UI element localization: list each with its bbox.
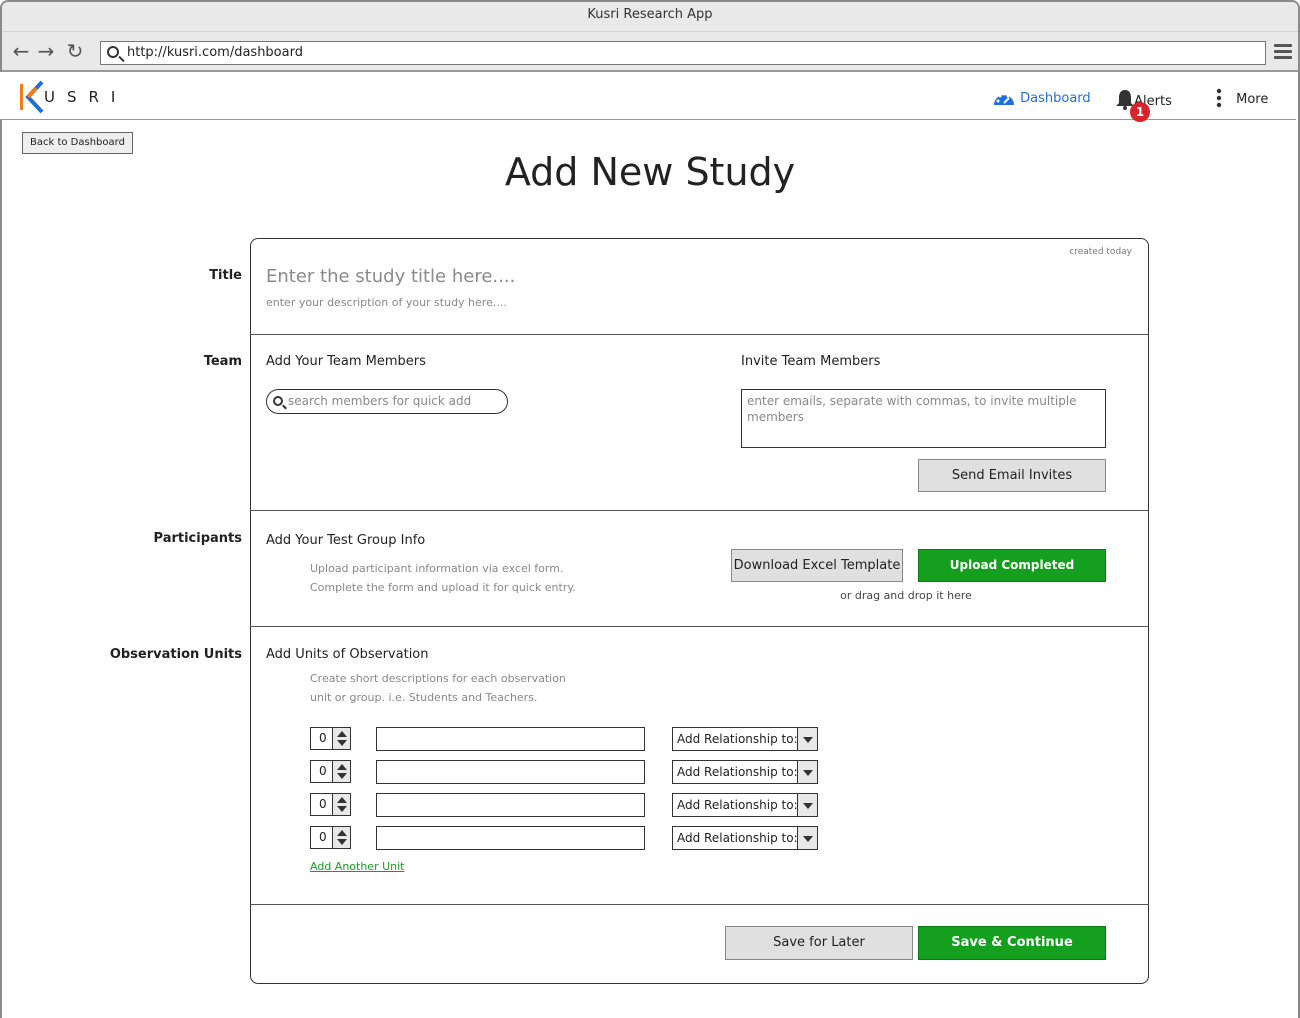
add-another-unit-link[interactable]: Add Another Unit	[310, 860, 404, 873]
study-description-input[interactable]: enter your description of your study her…	[266, 296, 507, 309]
stepper-arrows-icon[interactable]	[332, 827, 350, 848]
window-title: Kusri Research App	[2, 2, 1298, 32]
label-participants: Participants	[153, 531, 242, 546]
nav-more[interactable]: More	[1214, 88, 1268, 109]
created-timestamp: created today	[1069, 247, 1132, 257]
url-bar[interactable]: http://kusri.com/dashboard	[100, 41, 1266, 65]
member-search-input[interactable]: search members for quick add	[266, 389, 508, 414]
nav-dashboard[interactable]: Dashboard	[992, 88, 1091, 108]
study-title-input[interactable]: Enter the study title here....	[266, 266, 515, 287]
participants-hint-2: Complete the form and upload it for quic…	[310, 581, 576, 594]
back-arrow-icon[interactable]: ←	[10, 40, 32, 62]
dropdown-arrow-icon[interactable]	[797, 761, 817, 783]
forward-arrow-icon[interactable]: →	[35, 40, 57, 62]
label-observation-units: Observation Units	[109, 647, 242, 662]
search-icon	[273, 396, 283, 406]
add-team-heading: Add Your Team Members	[266, 354, 426, 369]
download-excel-template-button[interactable]: Download Excel Template	[731, 549, 903, 582]
relationship-select[interactable]: Add Relationship to:	[672, 793, 818, 817]
kusri-logo[interactable]: USRI	[18, 80, 115, 114]
drag-drop-hint: or drag and drop it here	[840, 589, 972, 602]
participants-hint-1: Upload participant information via excel…	[310, 562, 564, 575]
unit-name-input[interactable]	[376, 727, 645, 751]
invite-team-heading: Invite Team Members	[741, 354, 881, 369]
url-text: http://kusri.com/dashboard	[127, 45, 303, 60]
send-email-invites-button[interactable]: Send Email Invites	[918, 459, 1106, 492]
unit-count-stepper[interactable]: 0	[310, 826, 351, 849]
menu-icon[interactable]	[1274, 44, 1292, 62]
dropdown-arrow-icon[interactable]	[797, 794, 817, 816]
section-divider	[250, 904, 1149, 905]
logo-text: USRI	[44, 88, 128, 106]
unit-name-input[interactable]	[376, 760, 645, 784]
relationship-select[interactable]: Add Relationship to:	[672, 826, 818, 850]
save-for-later-button[interactable]: Save for Later	[725, 926, 913, 960]
dashboard-gauge-icon	[994, 92, 1014, 105]
unit-count-stepper[interactable]: 0	[310, 727, 351, 750]
invite-emails-textarea[interactable]: enter emails, separate with commas, to i…	[741, 389, 1106, 448]
search-icon	[107, 46, 119, 58]
kebab-menu-icon	[1216, 88, 1222, 108]
page-title: Add New Study	[504, 150, 796, 194]
stepper-arrows-icon[interactable]	[332, 794, 350, 815]
dropdown-arrow-icon[interactable]	[797, 827, 817, 849]
observation-heading: Add Units of Observation	[266, 647, 429, 662]
dropdown-arrow-icon[interactable]	[797, 728, 817, 750]
label-title: Title	[209, 268, 242, 283]
section-divider	[250, 334, 1149, 335]
section-divider	[250, 626, 1149, 627]
member-search-placeholder: search members for quick add	[288, 394, 472, 408]
stepper-arrows-icon[interactable]	[332, 728, 350, 749]
stepper-arrows-icon[interactable]	[332, 761, 350, 782]
unit-count-stepper[interactable]: 0	[310, 793, 351, 816]
test-group-heading: Add Your Test Group Info	[266, 533, 426, 548]
upload-completed-template-button[interactable]: Upload Completed Template	[918, 549, 1106, 603]
unit-name-input[interactable]	[376, 826, 645, 850]
unit-name-input[interactable]	[376, 793, 645, 817]
observation-hint-2: unit or group. i.e. Students and Teacher…	[310, 691, 538, 704]
relationship-select[interactable]: Add Relationship to:	[672, 760, 818, 784]
nav-dashboard-label: Dashboard	[1020, 91, 1091, 106]
relationship-select[interactable]: Add Relationship to:	[672, 727, 818, 751]
reload-icon[interactable]: ↻	[64, 40, 86, 62]
label-team: Team	[203, 354, 242, 369]
observation-hint-1: Create short descriptions for each obser…	[310, 672, 566, 685]
browser-toolbar: ← → ↻ http://kusri.com/dashboard	[2, 32, 1298, 72]
unit-count-stepper[interactable]: 0	[310, 760, 351, 783]
save-and-continue-button[interactable]: Save & Continue	[918, 926, 1106, 960]
nav-more-label: More	[1236, 92, 1269, 107]
section-divider	[250, 510, 1149, 511]
alerts-count-badge: 1	[1130, 102, 1150, 122]
app-header: USRI Dashboard Alerts More	[0, 72, 1296, 120]
